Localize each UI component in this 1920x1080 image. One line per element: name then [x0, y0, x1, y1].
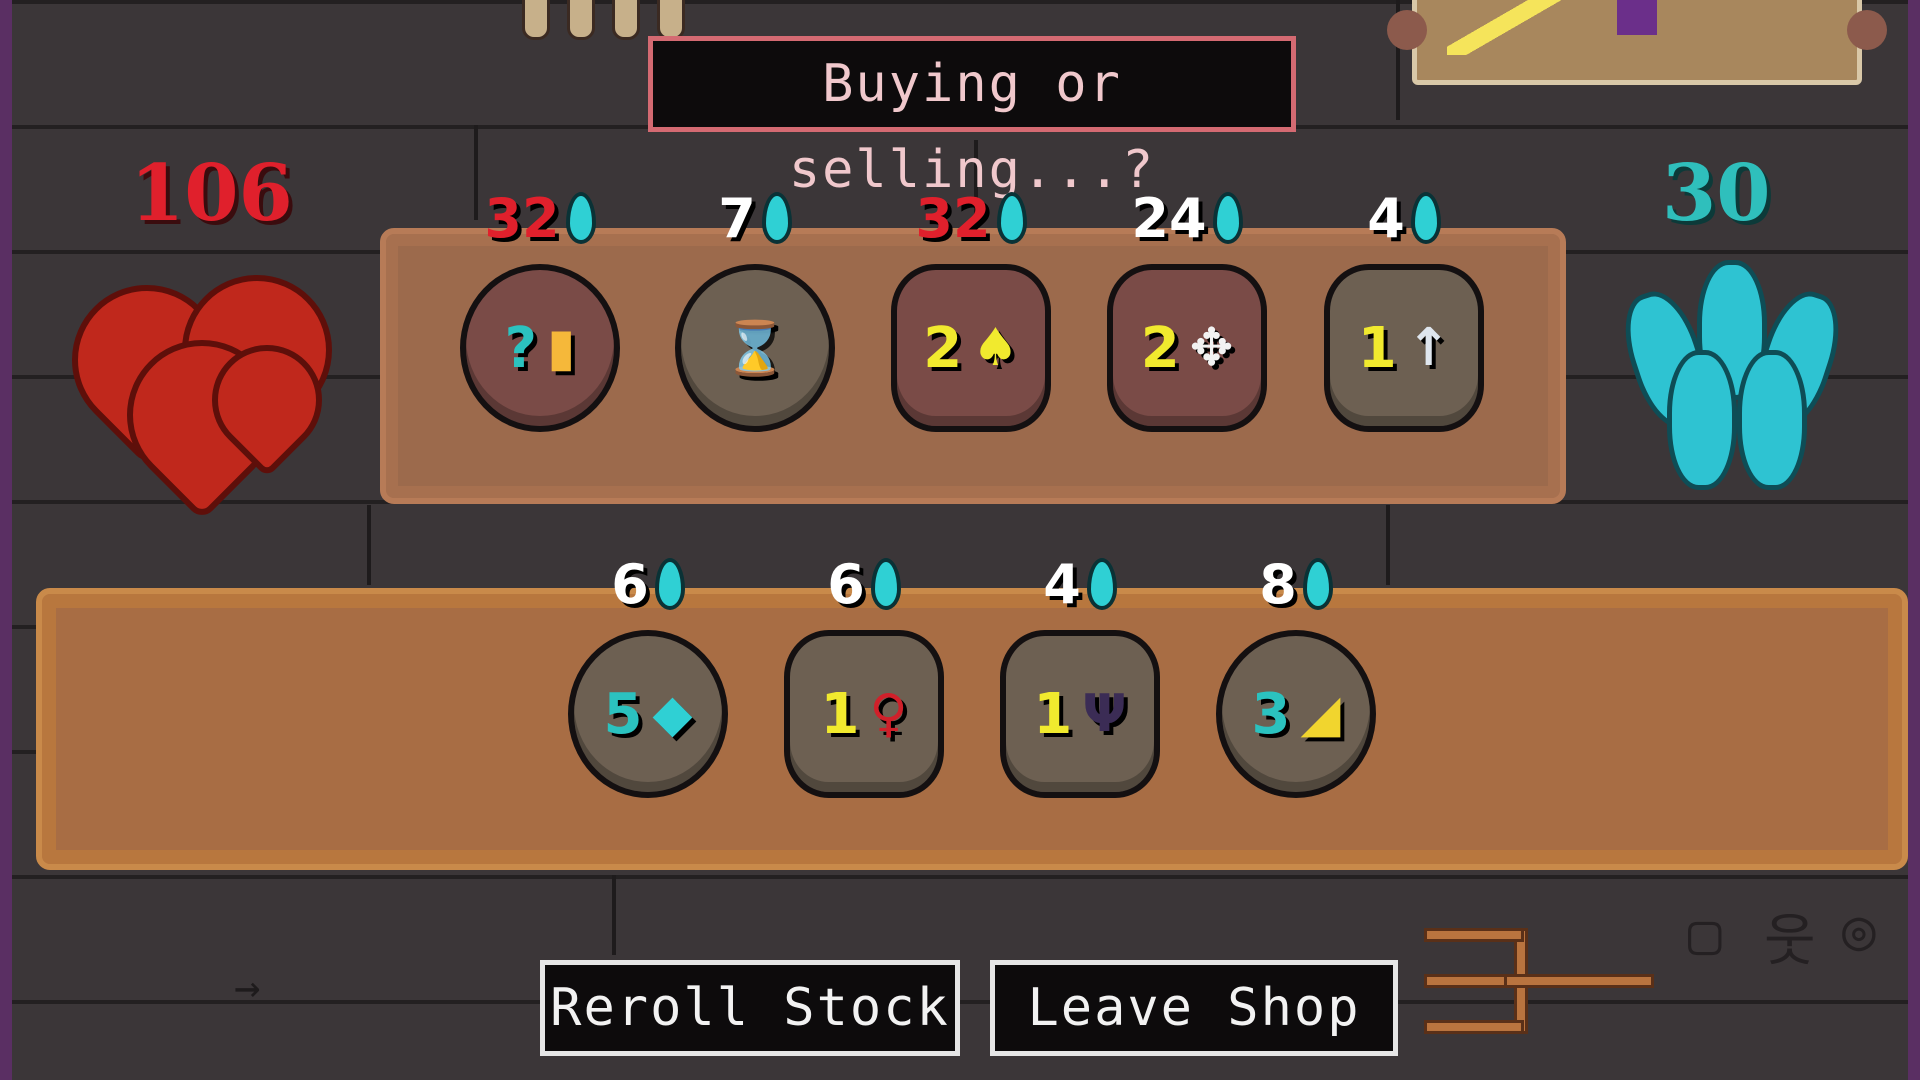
- health-value: 106: [130, 148, 293, 239]
- lantern-icon: ▮: [546, 318, 576, 378]
- quill-icon: [1447, 0, 1567, 55]
- health-heart-icon: [40, 243, 364, 522]
- bookmark-icon: [1617, 0, 1657, 35]
- item-price: 32: [861, 184, 1081, 252]
- inventory-item-slot[interactable]: 6 1 ♀: [754, 550, 974, 798]
- inventory-item-cheese[interactable]: 3 ◢: [1216, 630, 1376, 798]
- item-price: 8: [1186, 550, 1406, 618]
- arrow-decoration-icon: →: [234, 962, 261, 1013]
- wall-seam: [367, 505, 371, 585]
- shop-item-spool[interactable]: ⌛: [675, 264, 835, 432]
- game-screen: Buying or selling...? 106 30 32 ? ▮ 7 ⌛: [0, 0, 1920, 1080]
- mana-drop-icon: [565, 192, 596, 244]
- inventory-item-slot[interactable]: 8 3 ◢: [1186, 550, 1406, 798]
- item-price: 7: [645, 184, 865, 252]
- shop-item-slot[interactable]: 32 ? ▮: [430, 184, 650, 432]
- mana-drop-icon: [996, 192, 1027, 244]
- shop-item-torch[interactable]: 2 ♠: [891, 264, 1051, 432]
- item-price: 4: [970, 550, 1190, 618]
- mana-drop-icon: [654, 558, 685, 610]
- trident-icon: Ψ: [1082, 684, 1127, 744]
- beetle-icon: ✥: [1189, 318, 1234, 378]
- mana-drop-icon: [1212, 192, 1243, 244]
- inventory-item-trident[interactable]: 1 Ψ: [1000, 630, 1160, 798]
- mana-drop-icon: [761, 192, 792, 244]
- cheese-icon: ◢: [1300, 684, 1341, 744]
- mana-value: 30: [1662, 148, 1771, 239]
- map-scroll[interactable]: [1387, 0, 1887, 85]
- shop-item-needle[interactable]: 1 ↑: [1324, 264, 1484, 432]
- wall-seam: [612, 875, 616, 955]
- leave-shop-button[interactable]: Leave Shop: [990, 960, 1398, 1056]
- shop-item-slot[interactable]: 7 ⌛: [645, 184, 865, 432]
- shop-item-slot[interactable]: 4 1 ↑: [1294, 184, 1514, 432]
- item-price: 6: [538, 550, 758, 618]
- inventory-item-mana-gem[interactable]: 5 ◆: [568, 630, 728, 798]
- item-price: 24: [1077, 184, 1297, 252]
- stick-figure-icon[interactable]: 웃: [1764, 896, 1816, 977]
- inventory-item-red-key[interactable]: 1 ♀: [784, 630, 944, 798]
- speech-bubble-icon[interactable]: ▢: [1688, 902, 1722, 967]
- reroll-stock-button[interactable]: Reroll Stock: [540, 960, 960, 1056]
- spool-icon: ⌛: [722, 318, 788, 379]
- torch-icon: ♠: [972, 318, 1019, 378]
- mana-drop-icon: [1302, 558, 1333, 610]
- shop-item-slot[interactable]: 24 2 ✥: [1077, 184, 1297, 432]
- settings-gear-icon[interactable]: ◎: [1842, 898, 1876, 963]
- item-price: 32: [430, 184, 650, 252]
- pitchfork-icon[interactable]: [1424, 914, 1656, 1046]
- mana-drop-icon: [1410, 192, 1441, 244]
- item-price: 4: [1294, 184, 1514, 252]
- shopkeeper-dialogue: Buying or selling...?: [648, 36, 1296, 200]
- shop-item-beetle[interactable]: 2 ✥: [1107, 264, 1267, 432]
- shop-item-slot[interactable]: 32 2 ♠: [861, 184, 1081, 432]
- mana-gem-icon: ◆: [652, 684, 693, 744]
- mana-drop-icon: [870, 558, 901, 610]
- inventory-item-slot[interactable]: 6 5 ◆: [538, 550, 758, 798]
- red-key-icon: ♀: [869, 684, 908, 744]
- mana-drop-icon: [1086, 558, 1117, 610]
- needle-icon: ↑: [1406, 318, 1451, 378]
- inventory-item-slot[interactable]: 4 1 Ψ: [970, 550, 1190, 798]
- mana-crystal-icon: [1612, 250, 1872, 500]
- item-price: 6: [754, 550, 974, 618]
- shop-item-question-lantern[interactable]: ? ▮: [460, 264, 620, 432]
